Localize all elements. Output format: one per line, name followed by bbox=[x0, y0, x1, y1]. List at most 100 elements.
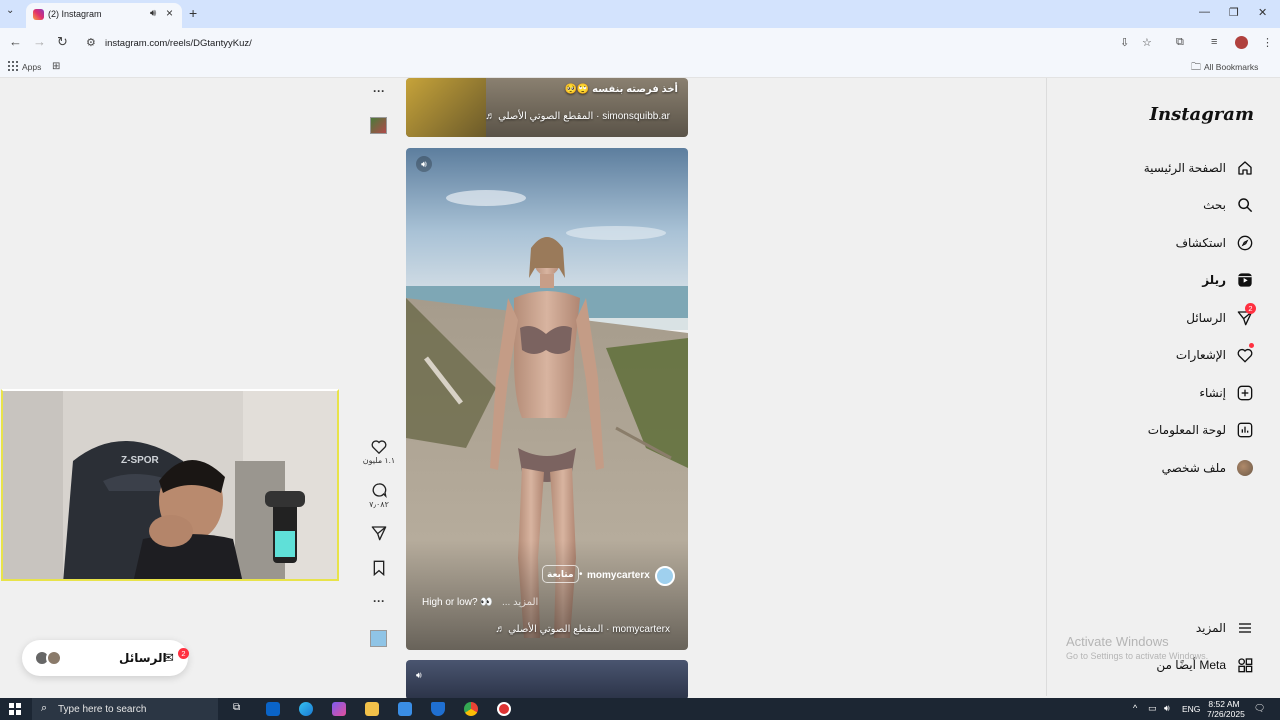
more-caption-link[interactable]: ... المزيد bbox=[502, 597, 538, 608]
comment-icon[interactable] bbox=[371, 482, 387, 498]
messages-pill[interactable]: الرسائل ✉︎ 2 bbox=[22, 640, 189, 676]
nav-label: الإشعارات bbox=[1175, 348, 1226, 362]
media-control-icon[interactable]: ≡ bbox=[1211, 36, 1217, 48]
webcam-frame: Z-SPOR bbox=[3, 391, 337, 579]
messages-pill-badge: 2 bbox=[178, 648, 189, 659]
apps-bookmark[interactable]: Apps bbox=[22, 62, 41, 72]
reel-audio[interactable]: momycarterx · المقطع الصوتي الأصلي ♬ bbox=[495, 624, 670, 635]
comment-action[interactable]: ٧٫٠٨٢ bbox=[369, 482, 389, 509]
nav-home[interactable]: الصفحة الرئيسية bbox=[1144, 157, 1254, 179]
reel-current[interactable]: 🔊︎ momycarterx • متابعة High or low? 👀 .… bbox=[406, 148, 688, 650]
svg-text:Z-SPOR: Z-SPOR bbox=[121, 455, 160, 466]
bookmark-icon[interactable] bbox=[372, 560, 386, 576]
reel-author-avatar[interactable] bbox=[655, 566, 675, 586]
reel-previous-image bbox=[406, 78, 486, 137]
audio-thumbnail[interactable] bbox=[370, 630, 387, 647]
nav-more[interactable]: المزيد bbox=[1196, 617, 1254, 639]
notification-dot bbox=[1249, 343, 1254, 348]
previous-reel-more-button[interactable]: ··· bbox=[370, 84, 388, 98]
nav-messages[interactable]: الرسائل 2 bbox=[1186, 303, 1256, 329]
tab-groups-icon[interactable]: ⊞ bbox=[52, 61, 60, 72]
reload-icon[interactable]: ↻ bbox=[57, 34, 68, 50]
nav-search[interactable]: بحث bbox=[1203, 194, 1254, 216]
new-tab-button[interactable]: + bbox=[189, 5, 197, 21]
windows-start-icon[interactable] bbox=[9, 703, 21, 715]
reel-previous[interactable]: أخذ فرصته بنفسه 🙄🥺 simonsquibb.ar · المق… bbox=[406, 78, 688, 137]
edge-icon[interactable] bbox=[299, 702, 313, 716]
defender-icon[interactable] bbox=[431, 702, 445, 716]
likes-count: ١.١ مليون bbox=[362, 456, 396, 465]
sound-icon[interactable]: 🔊︎ bbox=[416, 156, 432, 172]
nav-label: إنشاء bbox=[1199, 386, 1226, 400]
messages-pill-label: الرسائل bbox=[119, 651, 167, 665]
save-action[interactable] bbox=[370, 560, 388, 576]
notification-center-icon[interactable]: 🗨︎ bbox=[1254, 703, 1265, 714]
recorder-icon[interactable] bbox=[497, 702, 511, 716]
clock[interactable]: 8:52 AM 7/26/2025 bbox=[1207, 699, 1245, 719]
close-tab-icon[interactable]: × bbox=[166, 6, 173, 20]
clock-date: 7/26/2025 bbox=[1207, 709, 1245, 719]
close-window-icon[interactable]: ✕ bbox=[1258, 6, 1267, 19]
reel-author-username[interactable]: momycarterx bbox=[587, 570, 650, 581]
chrome-icon[interactable] bbox=[464, 702, 478, 716]
reel-previous-audio[interactable]: simonsquibb.ar · المقطع الصوتي الأصلي ♬ bbox=[485, 111, 670, 122]
store-icon[interactable] bbox=[398, 702, 412, 716]
restore-icon[interactable]: ❐ bbox=[1229, 6, 1239, 19]
heart-icon[interactable] bbox=[371, 439, 387, 454]
profile-avatar bbox=[1236, 459, 1254, 477]
extensions-icon[interactable]: ⧉ bbox=[1176, 36, 1184, 49]
tab-title: (2) Instagram bbox=[48, 9, 102, 19]
contact-avatar bbox=[46, 650, 62, 666]
install-app-icon[interactable]: ⇩ bbox=[1120, 36, 1129, 49]
back-icon[interactable]: ← bbox=[9, 34, 22, 49]
sound-icon[interactable]: 🔊︎ bbox=[416, 670, 422, 681]
nav-explore[interactable]: استكشاف bbox=[1176, 232, 1254, 254]
like-action[interactable]: ١.١ مليون bbox=[363, 439, 395, 465]
all-bookmarks[interactable]: All Bookmarks bbox=[1204, 62, 1258, 72]
nav-label: الصفحة الرئيسية bbox=[1143, 161, 1226, 175]
minimize-icon[interactable]: — bbox=[1199, 6, 1210, 18]
copilot-icon[interactable] bbox=[332, 702, 346, 716]
nav-profile[interactable]: ملف شخصي bbox=[1162, 457, 1254, 479]
instagram-logo[interactable]: Instagram bbox=[1150, 104, 1254, 125]
bookmark-star-icon[interactable]: ☆ bbox=[1142, 36, 1152, 49]
nav-label: الرسائل bbox=[1186, 311, 1226, 325]
search-icon bbox=[1236, 196, 1254, 214]
file-explorer-icon[interactable] bbox=[365, 702, 379, 716]
more-action[interactable]: ··· bbox=[370, 594, 388, 608]
separator-dot: • bbox=[579, 569, 583, 580]
address-bar[interactable]: instagram.com/reels/DGtantyyKuz/ bbox=[105, 38, 252, 49]
site-info-icon[interactable]: ⚙ bbox=[86, 36, 96, 49]
share-action[interactable] bbox=[370, 525, 388, 541]
task-view-icon[interactable]: ⧉ bbox=[233, 702, 247, 716]
nav-notifications[interactable]: الإشعارات bbox=[1175, 343, 1254, 366]
send-icon[interactable] bbox=[371, 525, 387, 541]
nav-label: لوحة المعلومات bbox=[1147, 423, 1226, 437]
network-icon[interactable]: ▭ bbox=[1148, 703, 1157, 714]
reel-next[interactable]: 🔊︎ bbox=[406, 660, 688, 700]
more-dots-icon[interactable]: ··· bbox=[373, 84, 385, 98]
tab-search-icon[interactable]: ⌄ bbox=[6, 5, 14, 16]
taskbar-search-placeholder: Type here to search bbox=[58, 704, 147, 715]
more-dots-icon[interactable]: ··· bbox=[373, 594, 385, 608]
language-indicator[interactable]: ENG bbox=[1182, 704, 1200, 714]
browser-toolbar: ← → ↻ ⚙ instagram.com/reels/DGtantyyKuz/… bbox=[0, 28, 1280, 56]
windows-taskbar: ⌕ Type here to search ⧉ ^ ▭ 🔊︎ ENG 8:52 … bbox=[0, 698, 1280, 720]
tray-chevron-icon[interactable]: ^ bbox=[1133, 703, 1137, 713]
tab-strip: ⌄ (2) Instagram 🔊︎ × + — ❐ ✕ bbox=[0, 0, 1280, 28]
profile-avatar-icon[interactable] bbox=[1235, 36, 1248, 49]
follow-button[interactable]: متابعة bbox=[542, 565, 579, 583]
tab-instagram[interactable]: (2) Instagram 🔊︎ × bbox=[26, 3, 182, 28]
menu-kebab-icon[interactable]: ⋮ bbox=[1262, 36, 1273, 49]
activate-windows-title: Activate Windows bbox=[1066, 634, 1169, 649]
nav-create[interactable]: إنشاء bbox=[1199, 382, 1254, 404]
previous-audio-thumbnail[interactable] bbox=[370, 117, 387, 134]
nav-dashboard[interactable]: لوحة المعلومات bbox=[1148, 419, 1254, 441]
outlook-icon[interactable] bbox=[266, 702, 280, 716]
apps-grid-icon[interactable] bbox=[8, 61, 18, 71]
forward-icon[interactable]: → bbox=[33, 34, 46, 49]
taskbar-search[interactable]: ⌕ Type here to search bbox=[32, 698, 218, 720]
speaker-icon[interactable]: 🔊︎ bbox=[150, 8, 156, 19]
volume-icon[interactable]: 🔊︎ bbox=[1164, 703, 1170, 714]
nav-reels[interactable]: ريلز bbox=[1202, 269, 1254, 291]
